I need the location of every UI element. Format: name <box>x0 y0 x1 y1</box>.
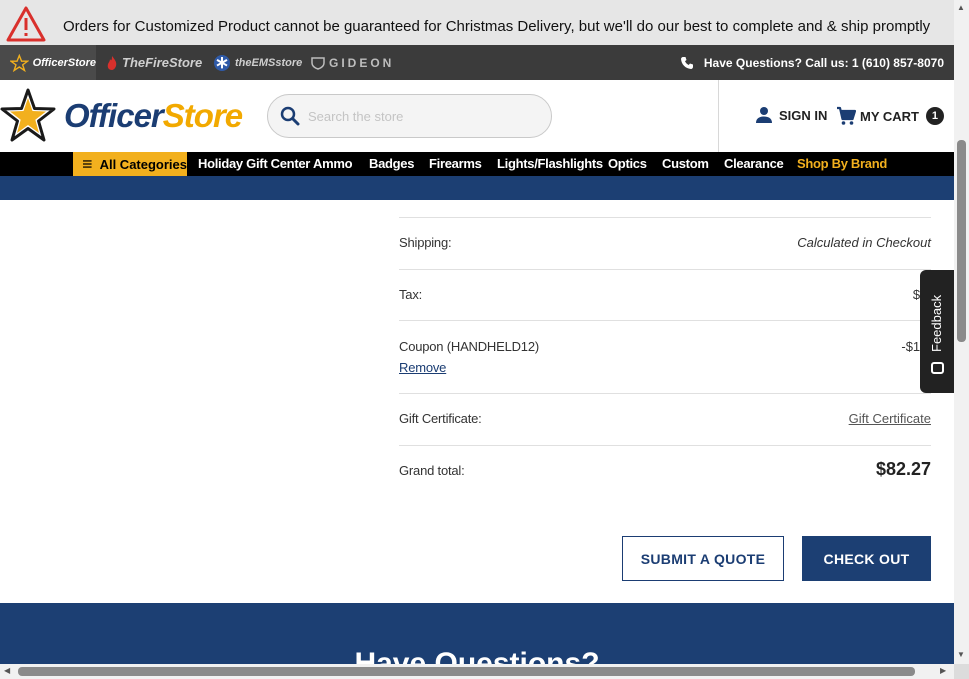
scroll-right-arrow-icon[interactable]: ▶ <box>940 667 946 675</box>
alert-message: Orders for Customized Product cannot be … <box>63 18 931 35</box>
holiday-alert-banner: Orders for Customized Product cannot be … <box>0 0 954 45</box>
footer-section: Have Questions? <box>0 603 954 667</box>
scroll-down-arrow-icon[interactable]: ▼ <box>957 651 965 659</box>
submit-quote-button[interactable]: SUBMIT A QUOTE <box>622 536 784 581</box>
header-divider <box>718 80 719 152</box>
nav-shop-by-brand[interactable]: Shop By Brand <box>797 152 887 176</box>
phone-icon <box>680 56 693 69</box>
tax-row: Tax: $7. <box>399 270 931 321</box>
checkout-button[interactable]: CHECK OUT <box>802 536 931 581</box>
brand-theemsstore-label: theEMSstore <box>235 56 303 69</box>
search-icon[interactable] <box>280 106 300 126</box>
hamburger-menu-icon <box>83 160 92 168</box>
coupon-label: Coupon (HANDHELD12) <box>399 339 539 354</box>
vertical-scrollbar[interactable]: ▲ ▼ <box>954 0 969 664</box>
feedback-tab[interactable]: Feedback <box>920 270 954 393</box>
nav-custom[interactable]: Custom <box>662 152 709 176</box>
logo-wordmark: OfficerStore <box>64 97 243 135</box>
cart-link[interactable]: MY CART 1 <box>836 106 944 126</box>
brand-thefirestore[interactable]: TheFireStore <box>106 45 202 80</box>
feedback-smiley-icon <box>931 362 944 374</box>
remove-coupon-link[interactable]: Remove <box>399 360 446 375</box>
logo-word-store: Store <box>162 97 243 134</box>
shipping-label: Shipping: <box>399 235 452 250</box>
nav-ammo[interactable]: Ammo <box>313 152 353 176</box>
scroll-up-arrow-icon[interactable]: ▲ <box>957 4 965 12</box>
coupon-row: Coupon (HANDHELD12) -$10. Remove <box>399 321 931 394</box>
sign-in-label: SIGN IN <box>779 107 828 123</box>
brand-bar: OfficerStore TheFireStore theEMSstore GI… <box>0 45 954 80</box>
brand-officerstore[interactable]: OfficerStore <box>0 45 96 80</box>
sign-in-link[interactable]: SIGN IN <box>755 106 827 124</box>
user-icon <box>756 107 772 123</box>
horizontal-scrollbar[interactable]: ◀ ▶ <box>0 664 954 679</box>
nav-firearms[interactable]: Firearms <box>429 152 482 176</box>
sub-nav-bar <box>0 176 954 200</box>
cart-label: MY CART <box>860 108 919 124</box>
logo-word-officer: Officer <box>64 97 164 134</box>
contact-info: Have Questions? Call us: 1 (610) 857-807… <box>680 45 944 80</box>
brand-gideon-label: GIDEON <box>329 55 395 70</box>
nav-badges[interactable]: Badges <box>369 152 414 176</box>
all-categories-button[interactable]: All Categories <box>73 152 187 176</box>
brand-gideon[interactable]: GIDEON <box>311 45 394 80</box>
cart-count-badge: 1 <box>925 107 944 125</box>
site-header: OfficerStore SIGN IN MY CART <box>0 80 954 152</box>
nav-holiday-gift-center[interactable]: Holiday Gift Center <box>198 152 310 176</box>
search-input[interactable] <box>308 108 528 124</box>
grand-total-label: Grand total: <box>399 463 465 478</box>
flame-icon <box>107 55 117 70</box>
shipping-value: Calculated in Checkout <box>797 235 931 250</box>
grand-total-value: $82.27 <box>875 459 931 479</box>
shipping-row: Shipping: Calculated in Checkout <box>399 218 931 270</box>
warning-triangle-icon <box>6 6 46 42</box>
vertical-scroll-thumb[interactable] <box>957 140 966 342</box>
tax-label: Tax: <box>399 287 423 302</box>
gideon-shield-icon <box>311 56 325 70</box>
main-nav: All Categories Holiday Gift Center Ammo … <box>0 152 954 176</box>
contact-phone-text: Have Questions? Call us: 1 (610) 857-807… <box>703 55 944 70</box>
officerstore-logo[interactable]: OfficerStore <box>0 88 243 144</box>
page: Orders for Customized Product cannot be … <box>0 0 969 679</box>
brand-thefirestore-label: TheFireStore <box>122 55 203 70</box>
brand-officerstore-label: OfficerStore <box>32 56 96 69</box>
gift-certificate-row: Gift Certificate: Gift Certificate <box>399 394 931 446</box>
nav-lights-flashlights[interactable]: Lights/Flashlights <box>497 152 603 176</box>
star-icon <box>10 53 29 72</box>
scrollbar-corner <box>954 664 969 679</box>
gift-certificate-label: Gift Certificate: <box>399 411 482 426</box>
summary-top-row <box>399 200 931 218</box>
logo-star-icon <box>0 88 56 142</box>
nav-clearance[interactable]: Clearance <box>724 152 784 176</box>
horizontal-scroll-thumb[interactable] <box>18 667 915 676</box>
gift-certificate-link[interactable]: Gift Certificate <box>849 411 931 426</box>
nav-optics[interactable]: Optics <box>608 152 647 176</box>
brand-theemsstore[interactable]: theEMSstore <box>213 45 302 80</box>
grand-total-row: Grand total: $82.27 <box>399 446 931 498</box>
search-box <box>267 94 552 138</box>
scroll-left-arrow-icon[interactable]: ◀ <box>4 667 10 675</box>
all-categories-label: All Categories <box>99 156 187 172</box>
shopping-cart-icon <box>837 106 856 125</box>
feedback-label: Feedback <box>929 294 944 352</box>
ems-star-of-life-icon <box>214 54 230 71</box>
